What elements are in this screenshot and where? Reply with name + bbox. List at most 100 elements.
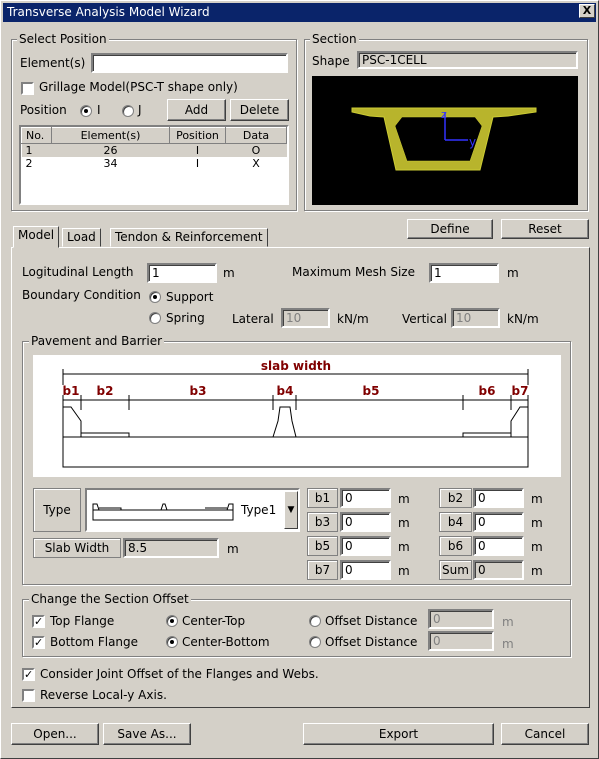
position-label: Position xyxy=(20,103,67,117)
type-label: Type xyxy=(33,488,81,532)
vertical-input[interactable]: 10 xyxy=(451,308,500,328)
table-row[interactable]: 2 34 I X xyxy=(22,157,287,170)
row-no: 2 xyxy=(25,157,33,170)
joint-offset-label: Consider Joint Offset of the Flanges and… xyxy=(40,667,319,681)
center-bottom-label: Center-Bottom xyxy=(182,635,270,649)
max-mesh-input[interactable]: 1 xyxy=(429,263,499,283)
offset-title: Change the Section Offset xyxy=(29,592,191,606)
elements-label: Element(s) xyxy=(20,56,86,70)
save-as-button[interactable]: Save As... xyxy=(103,723,191,745)
b7-unit: m xyxy=(398,564,410,578)
b5-dim: b5 xyxy=(363,384,380,398)
center-top-label: Center-Top xyxy=(182,614,246,628)
shape-label: Shape xyxy=(312,54,350,68)
shape-value: PSC-1CELL xyxy=(357,51,578,69)
b5-input[interactable]: 0 xyxy=(340,536,391,556)
delete-button[interactable]: Delete xyxy=(230,99,289,121)
lateral-label: Lateral xyxy=(232,312,274,326)
top-flange-checkbox[interactable]: ✓ xyxy=(32,615,45,628)
b2-input[interactable]: 0 xyxy=(473,488,524,508)
b7-label: b7 xyxy=(307,560,338,580)
long-length-input[interactable]: 1 xyxy=(147,263,217,283)
row-data: O xyxy=(251,144,261,157)
offset-distance-top-input[interactable]: 0 xyxy=(428,609,494,629)
reset-button[interactable]: Reset xyxy=(501,219,589,239)
offset-distance-bottom-unit: m xyxy=(502,637,514,651)
b3-input[interactable]: 0 xyxy=(340,512,391,532)
grillage-checkbox[interactable] xyxy=(21,82,34,95)
support-radio[interactable] xyxy=(149,291,161,303)
offset-distance-bottom-radio[interactable] xyxy=(309,636,321,648)
slab-width-unit: m xyxy=(227,542,239,556)
vertical-label: Vertical xyxy=(402,312,447,326)
type-thumbnail xyxy=(92,503,234,521)
slab-width-label: Slab Width xyxy=(33,538,121,558)
center-top-radio[interactable] xyxy=(166,615,178,627)
col-position[interactable]: Position xyxy=(169,127,226,144)
position-i-radio[interactable] xyxy=(80,105,92,117)
max-mesh-label: Maximum Mesh Size xyxy=(292,265,415,279)
offset-distance-top-radio[interactable] xyxy=(309,615,321,627)
col-elements[interactable]: Element(s) xyxy=(51,127,170,144)
row-element: 34 xyxy=(103,157,118,170)
b7-dim: b7 xyxy=(512,384,529,398)
b4-input[interactable]: 0 xyxy=(473,512,524,532)
title-bar: Transverse Analysis Model Wizard xyxy=(3,3,596,22)
b6-input[interactable]: 0 xyxy=(473,536,524,556)
elements-input[interactable] xyxy=(91,53,288,73)
tab-load[interactable]: Load xyxy=(62,228,101,247)
cancel-button[interactable]: Cancel xyxy=(501,723,589,745)
open-button[interactable]: Open... xyxy=(11,723,99,745)
row-data: X xyxy=(252,157,260,170)
row-position: I xyxy=(195,157,200,170)
bottom-flange-checkbox[interactable]: ✓ xyxy=(32,636,45,649)
b4-unit: m xyxy=(531,516,543,530)
tab-tendon-reinforcement[interactable]: Tendon & Reinforcement xyxy=(110,228,268,247)
vertical-unit: kN/m xyxy=(507,312,539,326)
spring-radio[interactable] xyxy=(149,312,161,324)
position-j-radio[interactable] xyxy=(122,105,134,117)
b6-unit: m xyxy=(531,540,543,554)
col-no[interactable]: No. xyxy=(21,127,52,144)
offset-distance-top-label: Offset Distance xyxy=(325,614,418,628)
tab-model[interactable]: Model xyxy=(13,226,60,248)
export-button[interactable]: Export xyxy=(303,723,494,745)
reverse-axis-label: Reverse Local-y Axis. xyxy=(40,688,167,702)
grillage-label: Grillage Model(PSC-T shape only) xyxy=(39,80,238,94)
position-list[interactable]: No. Element(s) Position Data 1 26 I O 2 … xyxy=(19,125,289,205)
b7-input[interactable]: 0 xyxy=(340,560,391,580)
lateral-unit: kN/m xyxy=(337,312,369,326)
col-data[interactable]: Data xyxy=(225,127,287,144)
offset-distance-bottom-input[interactable]: 0 xyxy=(428,631,494,651)
center-bottom-radio[interactable] xyxy=(166,636,178,648)
axis-z-label: z xyxy=(441,108,447,121)
joint-offset-checkbox[interactable]: ✓ xyxy=(22,668,35,681)
wizard-window: Transverse Analysis Model Wizard X Selec… xyxy=(0,0,599,759)
spring-label: Spring xyxy=(166,311,205,325)
pavement-title: Pavement and Barrier xyxy=(29,334,165,348)
b6-dim: b6 xyxy=(479,384,496,398)
chevron-down-icon[interactable]: ▼ xyxy=(284,491,298,529)
b1-dim: b1 xyxy=(63,384,80,398)
window-title: Transverse Analysis Model Wizard xyxy=(7,5,210,19)
slab-width-value: 8.5 xyxy=(123,538,219,558)
sum-label: Sum xyxy=(439,560,472,580)
sum-value: 0 xyxy=(473,560,524,580)
row-no: 1 xyxy=(25,144,33,157)
reverse-axis-checkbox[interactable] xyxy=(22,689,35,702)
table-row[interactable]: 1 26 I O xyxy=(21,143,287,157)
type-combo[interactable]: Type1 ▼ xyxy=(85,488,300,532)
close-button[interactable]: X xyxy=(579,4,595,18)
b1-input[interactable]: 0 xyxy=(340,488,391,508)
define-button[interactable]: Define xyxy=(407,219,493,239)
long-length-unit: m xyxy=(223,266,235,280)
b3-unit: m xyxy=(398,516,410,530)
axis-y-label: y xyxy=(469,135,476,149)
offset-distance-bottom-label: Offset Distance xyxy=(325,635,418,649)
section-title: Section xyxy=(310,32,359,46)
lateral-input[interactable]: 10 xyxy=(281,308,330,328)
row-element: 26 xyxy=(103,144,118,157)
add-button[interactable]: Add xyxy=(167,99,226,121)
slab-width-text: slab width xyxy=(261,359,331,373)
max-mesh-unit: m xyxy=(507,266,519,280)
